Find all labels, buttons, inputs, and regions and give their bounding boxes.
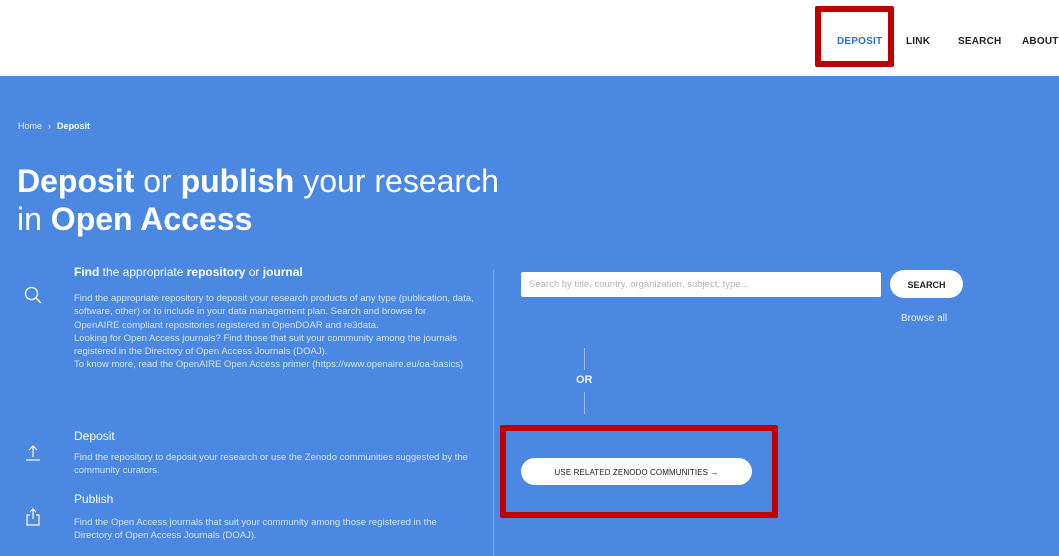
share-icon [26, 508, 40, 526]
upload-icon [26, 445, 40, 461]
search-button[interactable]: SEARCH [890, 270, 963, 298]
nav-search[interactable]: SEARCH [958, 36, 1001, 47]
search-input[interactable] [521, 272, 881, 297]
top-navigation: DEPOSIT LINK SEARCH ABOUT [0, 0, 1059, 76]
hero-section: Home › Deposit Deposit or publish your res… [0, 76, 1059, 556]
find-heading: Find the appropriate repository or journ… [74, 265, 303, 279]
or-divider-bottom [584, 392, 585, 414]
column-divider [493, 270, 494, 556]
breadcrumb-separator: › [48, 121, 52, 131]
publish-heading: Publish [74, 492, 114, 506]
breadcrumb-home[interactable]: Home [18, 121, 42, 131]
title-deposit: Deposit [17, 163, 135, 199]
title-your-research: your research [294, 163, 499, 199]
deposit-description: Find the repository to deposit your rese… [74, 451, 474, 478]
deposit-heading: Deposit [74, 429, 115, 443]
title-or: or [134, 163, 181, 199]
breadcrumb: Home › Deposit [18, 121, 90, 131]
search-icon [24, 286, 42, 304]
deposit-body: Find the repository to deposit your rese… [74, 452, 468, 477]
deposit-highlight-box [815, 6, 894, 67]
publish-description: Find the Open Access journals that suit … [74, 516, 474, 543]
nav-link[interactable]: LINK [906, 36, 930, 47]
find-heading-find: Find [74, 265, 100, 279]
publish-body: Find the Open Access journals that suit … [74, 517, 437, 542]
nav-about[interactable]: ABOUT [1022, 36, 1059, 47]
title-open-access: Open Access [50, 201, 253, 237]
find-body-2: Looking for Open Access journals? Find t… [74, 332, 457, 358]
find-heading-repository: repository [186, 265, 246, 279]
title-publish: publish [180, 163, 295, 199]
zenodo-highlight-box [500, 425, 778, 518]
title-in: in [17, 201, 51, 237]
find-heading-text1: the appropriate [99, 265, 187, 279]
find-heading-text2: or [245, 265, 263, 279]
or-label: OR [576, 374, 593, 386]
browse-all-link[interactable]: Browse all [901, 313, 947, 324]
find-body-3: To know more, read the OpenAIRE Open Acc… [74, 359, 464, 371]
or-divider-top [584, 348, 585, 370]
find-body-1: Find the appropriate repository to depos… [74, 293, 474, 331]
breadcrumb-current: Deposit [57, 121, 91, 131]
find-description: Find the appropriate repository to depos… [74, 292, 474, 372]
find-heading-journal: journal [262, 265, 303, 279]
page-title: Deposit or publish your research in Open… [17, 162, 499, 238]
